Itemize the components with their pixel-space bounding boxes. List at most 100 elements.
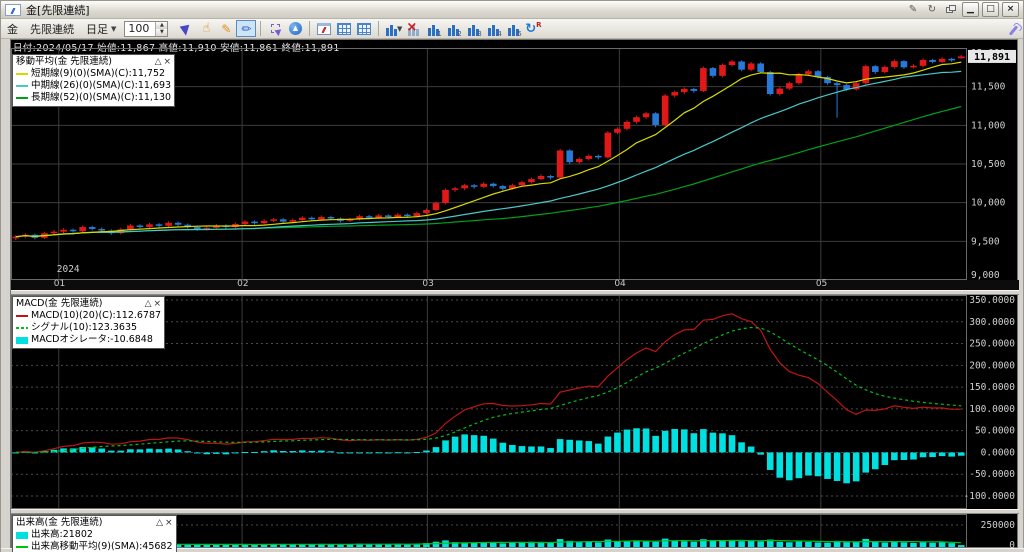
x-axis-label: 03 <box>422 279 434 289</box>
windows-icon[interactable] <box>943 3 959 17</box>
svg-text:2024: 2024 <box>57 264 80 275</box>
app-chart-icon <box>5 3 21 16</box>
svg-text:11,891: 11,891 <box>974 52 1010 63</box>
spin-down-icon[interactable]: ▼ <box>156 28 168 36</box>
zoom-circle-icon: ▲ <box>288 22 302 35</box>
chevron-down-icon: ▼ <box>111 24 117 33</box>
svg-text:11,000: 11,000 <box>971 120 1006 131</box>
legend-row: MACDオシレータ:-10.6848 <box>16 334 161 346</box>
red-x-icon: × <box>406 20 418 35</box>
svg-text:10,500: 10,500 <box>971 159 1006 170</box>
ma-legend: 移動平均(金 先限連続) △ × 短期線(9)(0)(SMA)(C):11,75… <box>12 54 176 107</box>
x-axis-label: 04 <box>614 279 626 289</box>
cursor-icon <box>179 21 194 36</box>
legend-close-icon[interactable]: × <box>165 517 173 529</box>
pan-tool-button[interactable]: ☝ <box>196 20 216 37</box>
legend-row: 出来高移動平均(9)(SMA):45682 <box>16 541 173 552</box>
legend-row: 出来高:21802 <box>16 529 173 541</box>
bar-chart-icon: 1 <box>425 21 442 38</box>
pencil-icon: ✎ <box>221 21 232 36</box>
select-box-icon <box>270 24 280 33</box>
x-axis-label: 02 <box>237 279 249 289</box>
bar-chart-icon <box>384 21 397 36</box>
bar-chart-icon: 5 <box>505 21 522 38</box>
draw-tool-button[interactable]: ✏ <box>236 20 257 37</box>
symbol-label: 金 <box>7 22 18 36</box>
pen-icon: ✏ <box>241 21 252 36</box>
grid-icon <box>357 22 372 35</box>
titlebar[interactable]: 金[先限連続] ✎ ↻ ▁ □ × <box>1 1 1023 19</box>
svg-text:-50.0000: -50.0000 <box>969 469 1015 480</box>
legend-collapse-icon[interactable]: △ <box>156 517 163 529</box>
layout-5-button[interactable]: 5 <box>503 20 523 38</box>
legend-row: 中期線(26)(0)(SMA)(C):11,693 <box>16 80 171 92</box>
svg-text:0.0000: 0.0000 <box>981 447 1016 458</box>
zoom-range-button[interactable]: ▲ <box>285 20 305 37</box>
svg-text:9,000: 9,000 <box>971 270 1000 280</box>
legend-row: シグナル(10):123.3635 <box>16 322 161 334</box>
legend-close-icon[interactable]: × <box>164 56 172 68</box>
chart-type-dropdown[interactable]: ▼ <box>383 20 403 37</box>
layout-3-button[interactable]: 3 <box>463 20 483 38</box>
refresh-icon: ↻R <box>525 20 542 37</box>
svg-text:9,500: 9,500 <box>971 236 1000 247</box>
svg-text:250000: 250000 <box>981 520 1016 531</box>
layout-1-button[interactable]: 1 <box>423 20 443 38</box>
macd-legend-title: MACD(金 先限連続) <box>16 298 103 309</box>
timeframe-dropdown[interactable]: 日足 ▼ <box>86 21 116 37</box>
svg-text:350.0000: 350.0000 <box>969 295 1015 306</box>
volume-legend: 出来高(金 先限連続) △ × 出来高:21802 出来高移動平均(9)(SMA… <box>12 515 177 552</box>
hand-icon: ☝ <box>202 21 211 36</box>
chart-window-button[interactable] <box>314 20 334 37</box>
bar-chart-icon: 3 <box>465 21 482 38</box>
macd-legend: MACD(金 先限連続) △ × MACD(10)(20)(C):112.678… <box>12 296 166 349</box>
feather-icon[interactable]: ✎ <box>905 3 921 17</box>
svg-text:300.0000: 300.0000 <box>969 317 1015 328</box>
legend-row: 長期線(52)(0)(SMA)(C):11,130 <box>16 92 171 104</box>
toolbar: 金 先限連続 日足 ▼ 100 ▲ ▼ ☝ ✎ ✏ ▲ ▼ × 1 2 3 4 5 … <box>1 19 1023 39</box>
legend-close-icon[interactable]: × <box>154 298 162 310</box>
chart-window-icon <box>317 22 332 35</box>
svg-text:-100.0000: -100.0000 <box>964 491 1016 502</box>
svg-text:11,500: 11,500 <box>971 82 1006 93</box>
cursor-tool-button[interactable] <box>176 20 196 37</box>
contract-label: 先限連続 <box>30 22 74 36</box>
x-axis: 01 02 03 04 05 <box>11 279 1019 290</box>
bar-count-value: 100 <box>128 22 150 35</box>
app-window: 金[先限連続] ✎ ↻ ▁ □ × 金 先限連続 日足 ▼ 100 ▲ ▼ ☝ ✎ … <box>0 0 1024 552</box>
minimize-button[interactable]: ▁ <box>962 2 979 17</box>
legend-collapse-icon[interactable]: △ <box>145 298 152 310</box>
chart-area[interactable]: 日付:2024/05/17 始値:11,867 高値:11,910 安値:11,… <box>10 39 1019 552</box>
volume-legend-title: 出来高(金 先限連続) <box>16 517 103 528</box>
x-axis-label: 01 <box>53 279 66 289</box>
quote-table-button[interactable] <box>334 20 354 37</box>
svg-text:250.0000: 250.0000 <box>969 339 1015 350</box>
pencil-tool-button[interactable]: ✎ <box>216 20 236 37</box>
legend-row: 短期線(9)(0)(SMA)(C):11,752 <box>16 68 171 80</box>
table-icon <box>337 22 352 35</box>
svg-text:10,000: 10,000 <box>971 198 1006 209</box>
grid-view-button[interactable] <box>354 20 374 37</box>
x-axis-label: 05 <box>815 279 828 289</box>
svg-text:50.0000: 50.0000 <box>975 426 1015 437</box>
layout-2-button[interactable]: 2 <box>443 20 463 38</box>
maximize-button[interactable]: □ <box>982 2 999 17</box>
svg-text:100.0000: 100.0000 <box>969 404 1015 415</box>
ma-legend-title: 移動平均(金 先限連続) <box>16 56 112 67</box>
chevron-down-icon: ▼ <box>397 24 403 33</box>
svg-text:200.0000: 200.0000 <box>969 360 1015 371</box>
legend-collapse-icon[interactable]: △ <box>155 56 162 68</box>
layout-4-button[interactable]: 4 <box>483 20 503 38</box>
svg-text:150.0000: 150.0000 <box>969 382 1015 393</box>
refresh-button[interactable]: ↻R <box>523 20 543 37</box>
spin-up-icon[interactable]: ▲ <box>156 21 168 29</box>
legend-row: MACD(10)(20)(C):112.6787 <box>16 310 161 322</box>
rotate-icon[interactable]: ↻ <box>924 3 940 17</box>
window-title: 金[先限連続] <box>26 3 90 17</box>
bar-count-stepper[interactable]: 100 ▲ ▼ <box>124 20 169 37</box>
bar-chart-icon: 4 <box>485 21 502 38</box>
remove-indicator-button[interactable]: × <box>403 20 423 37</box>
bar-chart-icon: 2 <box>445 21 462 38</box>
select-region-button[interactable] <box>265 20 285 37</box>
close-button[interactable]: × <box>1002 2 1019 17</box>
